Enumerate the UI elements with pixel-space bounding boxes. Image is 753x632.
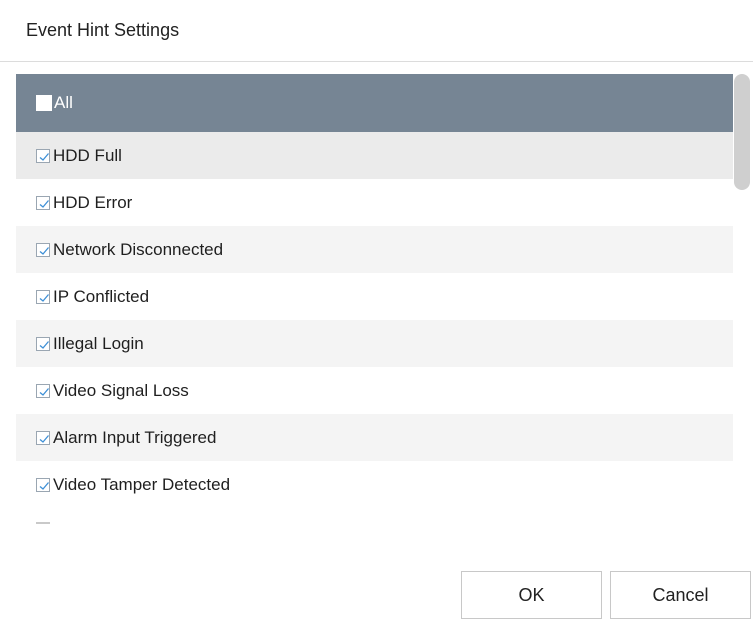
list-item[interactable]: Video Signal Loss — [16, 367, 733, 414]
list-item-label: Illegal Login — [53, 333, 144, 353]
event-hint-settings-dialog: Event Hint Settings All HDD Full HDD Err… — [0, 0, 753, 632]
ok-button[interactable]: OK — [461, 571, 602, 619]
list-item[interactable]: Network Disconnected — [16, 226, 733, 273]
checkbox-checked-icon[interactable] — [36, 477, 50, 492]
list-item[interactable]: Alarm Input Triggered — [16, 414, 733, 461]
list-item-label: Network Disconnected — [53, 239, 224, 259]
checkbox-checked-icon[interactable] — [36, 336, 50, 351]
select-all-row[interactable]: All — [16, 74, 733, 132]
list-item-label: Video Signal Loss — [53, 380, 189, 400]
list-item[interactable]: Video Tamper Detected — [16, 461, 733, 508]
scrollbar-thumb[interactable] — [734, 74, 750, 190]
checkbox-checked-icon[interactable] — [36, 195, 50, 210]
checkbox-checked-icon[interactable] — [36, 383, 50, 398]
list-item-label: Alarm Input Triggered — [53, 427, 217, 447]
event-list: All HDD Full HDD Error Network Disconnec… — [16, 74, 733, 526]
checkbox-checked-icon[interactable] — [36, 430, 50, 445]
dialog-title: Event Hint Settings — [26, 20, 180, 40]
cancel-button[interactable]: Cancel — [610, 571, 751, 619]
list-item[interactable]: HDD Full — [16, 132, 733, 179]
list-item-label: IP Conflicted — [53, 286, 150, 306]
list-item-label: HDD Error — [53, 192, 133, 212]
list-item-label: HDD Full — [53, 145, 122, 165]
list-item-label: Video Tamper Detected — [53, 474, 231, 494]
list-item[interactable]: IP Conflicted — [16, 273, 733, 320]
checkbox-checked-icon[interactable] — [36, 242, 50, 257]
checkbox-checked-icon[interactable] — [36, 148, 50, 163]
list-item[interactable]: Illegal Login — [16, 320, 733, 367]
select-all-checkbox[interactable] — [36, 95, 52, 111]
list-scrollbar[interactable] — [733, 74, 751, 526]
list-item[interactable]: HDD Error — [16, 179, 733, 226]
dialog-title-bar: Event Hint Settings — [0, 0, 753, 62]
checkbox-checked-icon[interactable] — [36, 289, 50, 304]
event-list-panel: All HDD Full HDD Error Network Disconnec… — [16, 74, 751, 526]
checkbox-partial-icon — [36, 522, 50, 524]
select-all-label: All — [54, 93, 73, 112]
list-item-partial — [16, 522, 733, 526]
